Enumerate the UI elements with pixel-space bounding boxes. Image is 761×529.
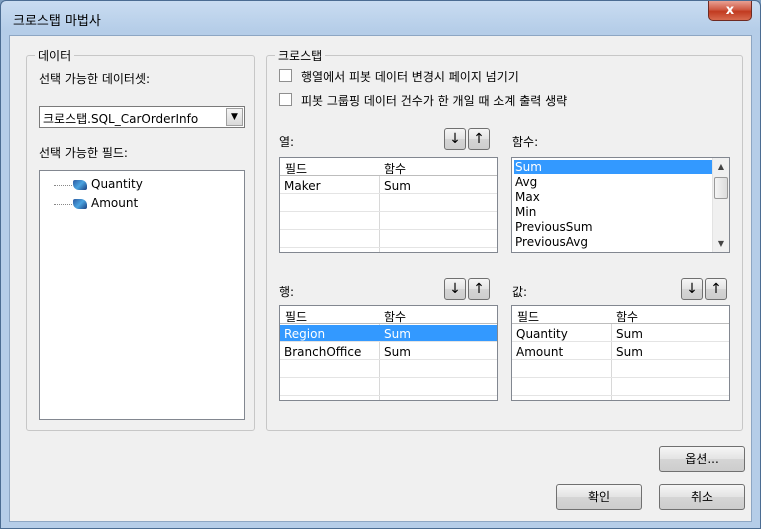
dataset-value: 크로스탭.SQL_CarOrderInfo	[43, 112, 199, 126]
columns-move-down-button[interactable]: ↓	[444, 128, 466, 150]
title-bar: 크로스탭 마법사 x	[1, 1, 760, 35]
list-item[interactable]: PreviousSum	[514, 220, 593, 234]
option1-label: 행열에서 피봇 데이터 변경시 페이지 넘기기	[301, 70, 519, 84]
table-row[interactable]: Maker Sum	[280, 177, 497, 194]
columns-move-up-button[interactable]: ↑	[468, 128, 490, 150]
option2-checkbox[interactable]	[279, 93, 292, 106]
header-field: 필드	[285, 162, 308, 176]
list-item[interactable]: Sum	[514, 160, 712, 174]
tree-item-amount[interactable]: Amount	[54, 196, 138, 214]
functions-list[interactable]: Sum Avg Max Min PreviousSum PreviousAvg …	[511, 157, 730, 253]
cell-field: Quantity	[516, 327, 568, 341]
table-row[interactable]	[280, 195, 497, 212]
cell-field: BranchOffice	[284, 345, 362, 359]
functions-scrollbar[interactable]: ▲ ▼	[712, 158, 729, 252]
close-button[interactable]: x	[708, 1, 752, 21]
tree-item-label: Amount	[91, 196, 139, 210]
list-item[interactable]: PreviousAvg	[514, 235, 588, 249]
list-item[interactable]: Max	[514, 190, 540, 204]
crosstab-group: 크로스탭 행열에서 피봇 데이터 변경시 페이지 넘기기 피봇 그룹핑 데이터 …	[266, 47, 743, 431]
data-group: 데이터 선택 가능한 데이터셋: 크로스탭.SQL_CarOrderInfo ▼…	[26, 47, 255, 431]
values-grid-header: 필드 함수	[512, 306, 729, 324]
table-row[interactable]	[280, 361, 497, 378]
table-row[interactable]	[512, 361, 729, 378]
list-item[interactable]: Min	[514, 205, 536, 219]
tree-item-label: Quantity	[91, 177, 143, 191]
dataset-label: 선택 가능한 데이터셋:	[39, 72, 151, 86]
table-row[interactable]	[280, 231, 497, 248]
scroll-thumb[interactable]	[714, 177, 728, 199]
cell-function: Sum	[616, 327, 643, 341]
table-row[interactable]: Amount Sum	[512, 343, 729, 360]
cell-function: Sum	[384, 345, 411, 359]
cell-field: Amount	[516, 345, 564, 359]
crosstab-group-title: 크로스탭	[275, 47, 326, 64]
functions-label: 함수:	[512, 135, 539, 149]
cancel-button[interactable]: 취소	[659, 484, 745, 510]
dialog-body: 데이터 선택 가능한 데이터셋: 크로스탭.SQL_CarOrderInfo ▼…	[9, 35, 752, 522]
values-move-up-button[interactable]: ↑	[705, 278, 727, 300]
rows-move-down-button[interactable]: ↓	[444, 278, 466, 300]
table-row[interactable]	[280, 379, 497, 396]
options-button[interactable]: 옵션...	[659, 446, 745, 472]
header-function: 함수	[384, 162, 407, 176]
rows-move-up-button[interactable]: ↑	[468, 278, 490, 300]
values-grid[interactable]: 필드 함수 Quantity Sum Amount Sum	[511, 305, 730, 401]
values-label: 값:	[512, 285, 528, 299]
rows-label: 행:	[279, 285, 295, 299]
scroll-up-icon[interactable]: ▲	[713, 158, 729, 175]
columns-label: 열:	[279, 135, 295, 149]
rows-grid-header: 필드 함수	[280, 306, 497, 324]
cell-field: Maker	[284, 179, 321, 193]
fields-tree[interactable]: Quantity Amount	[39, 170, 245, 420]
option2-label: 피봇 그룹핑 데이터 건수가 한 개일 때 소계 출력 생략	[301, 94, 568, 108]
table-row[interactable]	[280, 213, 497, 230]
header-function: 함수	[384, 310, 407, 324]
rows-grid[interactable]: 필드 함수 Region Sum BranchOffice Sum	[279, 305, 498, 401]
window-title: 크로스탭 마법사	[13, 14, 101, 29]
field-icon	[73, 180, 87, 190]
cell-function: Sum	[384, 327, 411, 341]
columns-grid[interactable]: 필드 함수 Maker Sum	[279, 157, 498, 253]
table-row[interactable]: Quantity Sum	[512, 325, 729, 342]
dataset-combobox[interactable]: 크로스탭.SQL_CarOrderInfo ▼	[39, 106, 245, 128]
fields-label: 선택 가능한 필드:	[39, 146, 128, 160]
table-row[interactable]	[512, 379, 729, 396]
list-item[interactable]: Avg	[514, 175, 537, 189]
cell-field: Region	[284, 327, 326, 341]
header-field: 필드	[285, 310, 308, 324]
header-function: 함수	[616, 310, 639, 324]
header-field: 필드	[517, 310, 540, 324]
cell-function: Sum	[616, 345, 643, 359]
values-move-down-button[interactable]: ↓	[681, 278, 703, 300]
field-icon	[73, 199, 87, 209]
cell-function: Sum	[384, 179, 411, 193]
tree-item-quantity[interactable]: Quantity	[54, 177, 143, 195]
data-group-title: 데이터	[35, 47, 75, 64]
scroll-down-icon[interactable]: ▼	[713, 235, 729, 252]
table-row[interactable]: Region Sum	[280, 325, 497, 342]
chevron-down-icon[interactable]: ▼	[226, 108, 243, 126]
columns-grid-header: 필드 함수	[280, 158, 497, 176]
table-row[interactable]: BranchOffice Sum	[280, 343, 497, 360]
ok-button[interactable]: 확인	[556, 484, 642, 510]
wizard-window: 크로스탭 마법사 x 데이터 선택 가능한 데이터셋: 크로스탭.SQL_Car…	[0, 0, 761, 529]
option1-checkbox[interactable]	[279, 69, 292, 82]
